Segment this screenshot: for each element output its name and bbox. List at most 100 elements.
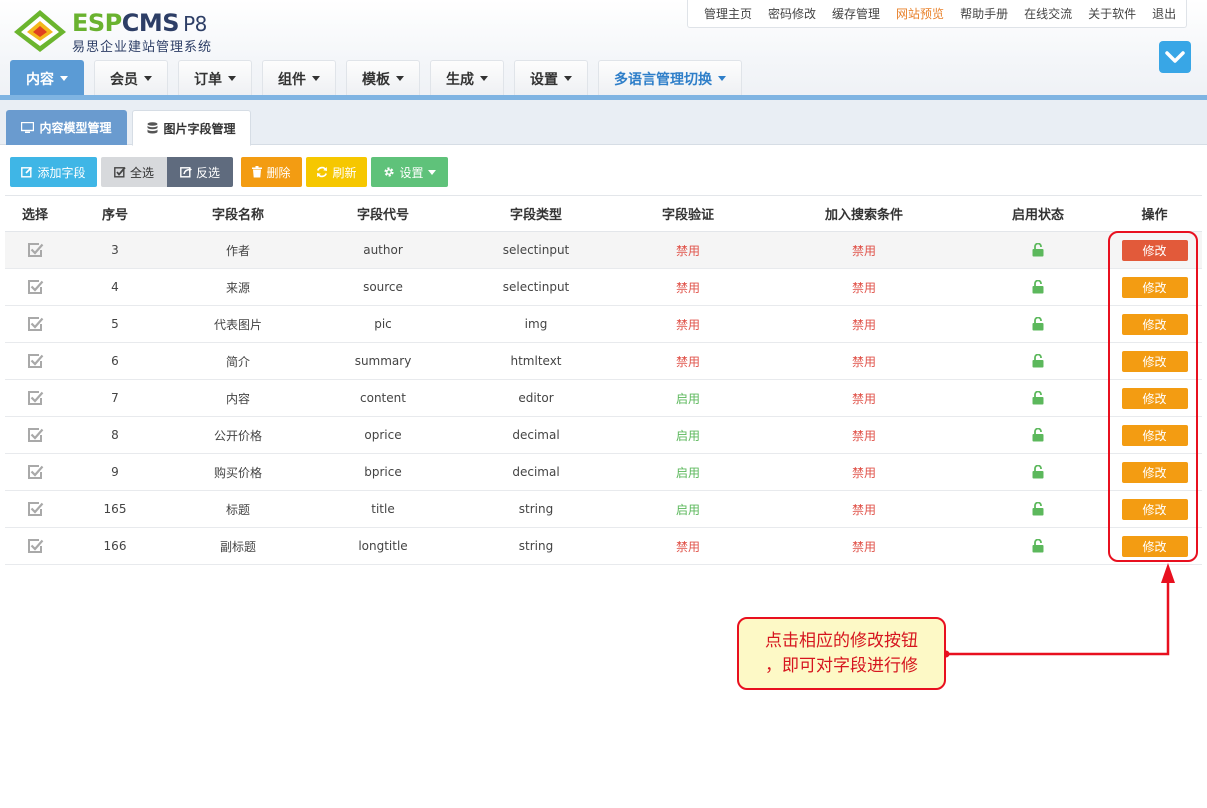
add-field-button[interactable]: 添加字段 xyxy=(10,157,97,187)
row-status-toggle[interactable] xyxy=(969,528,1107,564)
row-validate-toggle[interactable]: 禁用 xyxy=(617,269,759,305)
nav-language-switch[interactable]: 多语言管理切换 xyxy=(598,60,742,96)
row-status-toggle[interactable] xyxy=(969,454,1107,490)
edit-icon xyxy=(21,166,33,178)
check-square-icon xyxy=(28,502,44,516)
row-status-toggle[interactable] xyxy=(969,343,1107,379)
row-checkbox[interactable] xyxy=(5,269,65,305)
col-search: 加入搜索条件 xyxy=(824,208,903,223)
row-validate-toggle[interactable]: 启用 xyxy=(617,417,759,453)
tab-content-model[interactable]: 内容模型管理 xyxy=(6,110,127,145)
row-status-toggle[interactable] xyxy=(969,491,1107,527)
row-search-toggle[interactable]: 禁用 xyxy=(759,528,969,564)
callout-line-1: 点击相应的修改按钮 xyxy=(765,630,918,651)
logo[interactable]: ESPCMS P8 易思企业建站管理系统 xyxy=(12,6,232,56)
unlock-icon xyxy=(1032,280,1044,294)
refresh-label: 刷新 xyxy=(332,165,357,180)
row-validate-toggle[interactable]: 启用 xyxy=(617,380,759,416)
row-id: 165 xyxy=(103,502,127,516)
nav-order[interactable]: 订单 xyxy=(178,60,252,96)
nav-member[interactable]: 会员 xyxy=(94,60,168,96)
select-all-button[interactable]: 全选 xyxy=(101,157,167,187)
caret-down-icon xyxy=(480,76,488,81)
row-validate-toggle[interactable]: 启用 xyxy=(617,454,759,490)
database-icon xyxy=(147,122,158,134)
toplink-cache[interactable]: 缓存管理 xyxy=(832,5,880,22)
caret-down-icon xyxy=(396,76,404,81)
check-square-icon xyxy=(28,465,44,479)
row-status-toggle[interactable] xyxy=(969,380,1107,416)
toplink-preview[interactable]: 网站预览 xyxy=(896,5,944,22)
row-checkbox[interactable] xyxy=(5,491,65,527)
top-links: 管理主页 密码修改 缓存管理 网站预览 帮助手册 在线交流 关于软件 退出 xyxy=(687,0,1187,28)
nav-template[interactable]: 模板 xyxy=(346,60,420,96)
row-validate-toggle[interactable]: 禁用 xyxy=(617,306,759,342)
row-checkbox[interactable] xyxy=(5,528,65,564)
row-field-type: decimal xyxy=(512,428,560,442)
row-status-toggle[interactable] xyxy=(969,269,1107,305)
logo-subtitle: 易思企业建站管理系统 xyxy=(72,40,213,55)
col-validate: 字段验证 xyxy=(661,208,714,223)
nav-component[interactable]: 组件 xyxy=(262,60,336,96)
toplink-chat[interactable]: 在线交流 xyxy=(1024,5,1072,22)
row-validate-toggle[interactable]: 启用 xyxy=(617,491,759,527)
row-checkbox[interactable] xyxy=(5,232,65,268)
row-search-toggle[interactable]: 禁用 xyxy=(759,232,969,268)
tab-image-fields[interactable]: 图片字段管理 xyxy=(132,110,251,146)
logo-brand-esp: ESP xyxy=(72,9,122,37)
toplink-logout[interactable]: 退出 xyxy=(1152,5,1176,22)
toplink-password[interactable]: 密码修改 xyxy=(768,5,816,22)
row-checkbox[interactable] xyxy=(5,306,65,342)
refresh-button[interactable]: 刷新 xyxy=(306,157,367,187)
settings-dropdown-button[interactable]: 设置 xyxy=(371,157,448,187)
row-search-toggle[interactable]: 禁用 xyxy=(759,417,969,453)
row-search-toggle[interactable]: 禁用 xyxy=(759,491,969,527)
row-search-toggle[interactable]: 禁用 xyxy=(759,380,969,416)
row-field-code: title xyxy=(371,502,395,516)
row-checkbox[interactable] xyxy=(5,454,65,490)
invert-selection-button[interactable]: 反选 xyxy=(167,157,233,187)
delete-button[interactable]: 删除 xyxy=(241,157,302,187)
row-search-toggle[interactable]: 禁用 xyxy=(759,269,969,305)
row-field-code: content xyxy=(360,391,406,405)
row-checkbox[interactable] xyxy=(5,343,65,379)
nav-content[interactable]: 内容 xyxy=(10,60,84,96)
toplink-home[interactable]: 管理主页 xyxy=(704,5,752,22)
row-status-toggle[interactable] xyxy=(969,306,1107,342)
row-validate-toggle[interactable]: 禁用 xyxy=(617,343,759,379)
row-validate-toggle[interactable]: 禁用 xyxy=(617,232,759,268)
row-status-toggle[interactable] xyxy=(969,232,1107,268)
caret-down-icon xyxy=(427,169,436,175)
toolbar: 添加字段 全选 反选 删除 刷新 设置 xyxy=(10,157,452,187)
row-field-name: 内容 xyxy=(225,391,250,406)
toplink-help[interactable]: 帮助手册 xyxy=(960,5,1008,22)
caret-down-icon xyxy=(564,76,572,81)
row-search-toggle[interactable]: 禁用 xyxy=(759,343,969,379)
collapse-button[interactable] xyxy=(1159,41,1191,73)
row-id: 3 xyxy=(111,243,119,257)
row-search-toggle[interactable]: 禁用 xyxy=(759,306,969,342)
caret-down-icon xyxy=(718,76,726,81)
checkbox-icon xyxy=(114,166,126,178)
check-square-icon xyxy=(28,354,44,368)
nav-settings[interactable]: 设置 xyxy=(514,60,588,96)
nav-member-label: 会员 xyxy=(110,71,138,88)
nav-generate[interactable]: 生成 xyxy=(430,60,504,96)
settings-label: 设置 xyxy=(399,165,424,180)
row-validate-toggle[interactable]: 禁用 xyxy=(617,528,759,564)
row-search-toggle[interactable]: 禁用 xyxy=(759,454,969,490)
nav-template-label: 模板 xyxy=(362,71,390,88)
check-square-icon xyxy=(28,317,44,331)
row-checkbox[interactable] xyxy=(5,417,65,453)
row-status-toggle[interactable] xyxy=(969,417,1107,453)
fields-table: 选择 序号 字段名称 字段代号 字段类型 字段验证 加入搜索条件 启用状态 操作… xyxy=(5,195,1202,565)
invert-selection-label: 反选 xyxy=(195,165,220,180)
unlock-icon xyxy=(1032,317,1044,331)
trash-icon xyxy=(252,166,263,178)
table-row: 8 公开价格 oprice decimal 启用 禁用 修改 xyxy=(5,417,1202,454)
main-nav: 内容 会员 订单 组件 模板 生成 设置 多语言管理切换 xyxy=(10,60,752,96)
nav-language-label: 多语言管理切换 xyxy=(614,71,712,88)
unlock-icon xyxy=(1032,428,1044,442)
toplink-about[interactable]: 关于软件 xyxy=(1088,5,1136,22)
row-checkbox[interactable] xyxy=(5,380,65,416)
